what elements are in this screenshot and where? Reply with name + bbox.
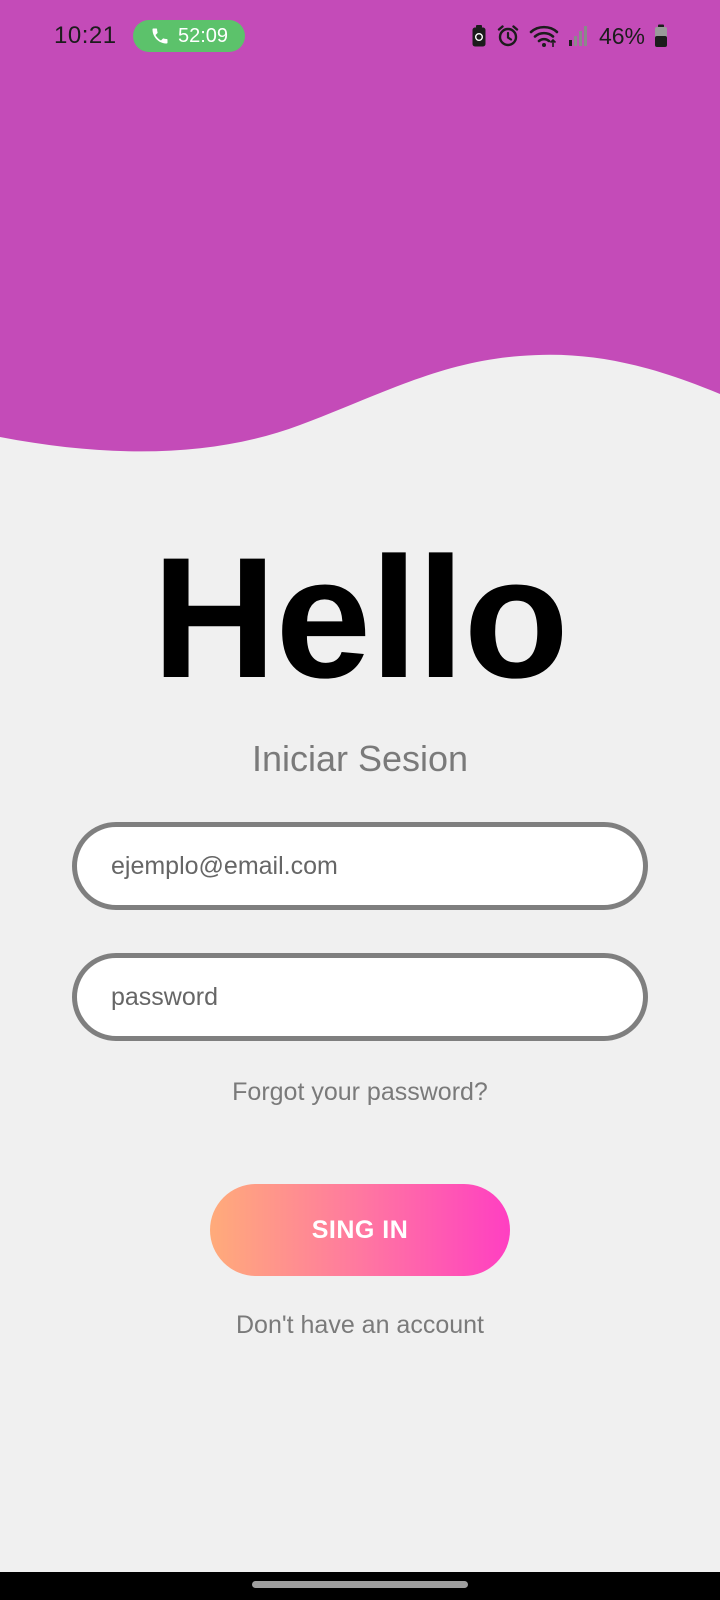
battery-saver-icon (472, 25, 486, 47)
wifi-icon (529, 25, 559, 47)
battery-percent: 46% (598, 22, 645, 49)
login-subtitle: Iniciar Sesion (251, 738, 469, 779)
create-account-link[interactable]: Don't have an account (0, 1311, 720, 1340)
email-field-container (72, 822, 648, 910)
status-bar: 10:21 52:09 46% (0, 0, 720, 72)
alarm-icon (497, 25, 519, 47)
email-field[interactable] (77, 827, 643, 905)
navigation-bar (0, 1572, 720, 1600)
password-field[interactable] (77, 958, 643, 1036)
signal-icon (568, 26, 587, 46)
call-indicator[interactable]: 52:09 (133, 20, 245, 52)
battery-icon (655, 24, 667, 47)
sign-in-button[interactable]: SING IN (210, 1184, 510, 1276)
home-gesture-handle[interactable] (252, 1581, 468, 1588)
status-icons: 46% (471, 22, 668, 50)
page-title: Hello (152, 522, 569, 714)
phone-icon (152, 28, 168, 44)
status-time: 10:21 (54, 22, 117, 49)
password-field-container (72, 953, 648, 1041)
forgot-password-link[interactable]: Forgot your password? (0, 1078, 720, 1107)
call-timer: 52:09 (177, 24, 229, 47)
